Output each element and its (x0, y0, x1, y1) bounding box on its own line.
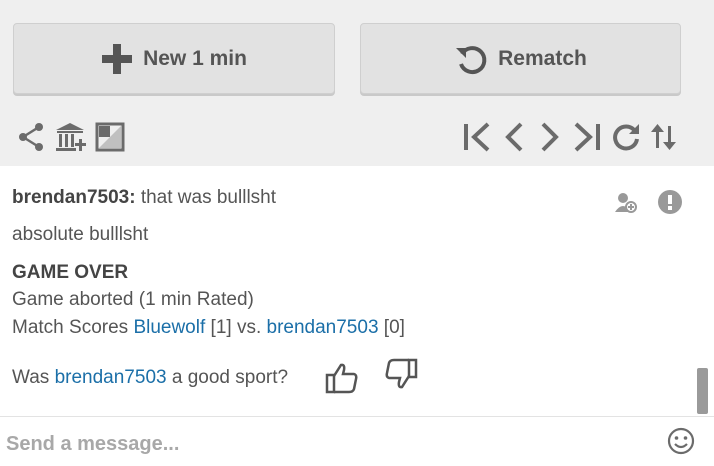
game-controls-panel: New 1 min Rematch (0, 0, 714, 166)
last-move-icon[interactable] (573, 119, 603, 155)
vs-text: vs. (236, 317, 262, 338)
share-icon[interactable] (17, 119, 45, 155)
chat-message-2: absolute bulllsht (12, 224, 148, 246)
rematch-icon (454, 42, 488, 76)
good-sport-question: Was brendan7503 a good sport? (12, 367, 288, 389)
refresh-icon[interactable] (611, 119, 641, 155)
game-aborted-text: Game aborted (1 min Rated) (12, 289, 254, 310)
player2-score: [0] (383, 317, 405, 338)
match-scores-label: Match Scores (12, 317, 129, 338)
message-input-bar (0, 416, 714, 466)
chat-message-1: brendan7503: that was bulllsht (12, 187, 276, 209)
emoji-icon[interactable] (667, 427, 695, 460)
sport-user-link[interactable]: brendan7503 (55, 367, 167, 388)
thumbs-up-icon[interactable] (325, 362, 359, 399)
add-friend-icon[interactable] (614, 192, 638, 219)
game-over-heading: GAME OVER (12, 262, 128, 284)
report-icon[interactable] (658, 190, 682, 219)
message-input[interactable] (4, 429, 658, 459)
sport-suffix: a good sport? (171, 367, 289, 388)
player-link-brendan7503[interactable]: brendan7503 (267, 317, 379, 338)
rematch-button[interactable]: Rematch (360, 23, 681, 94)
prev-move-icon[interactable] (503, 119, 525, 155)
match-scores-line: Match Scores Bluewolf [1] vs. brendan750… (12, 317, 405, 339)
player1-score: [1] (210, 317, 232, 338)
chat-text: that was bulllsht (140, 187, 277, 208)
bank-icon[interactable] (55, 119, 87, 155)
thumbs-down-icon[interactable] (384, 358, 418, 395)
player-link-bluewolf[interactable]: Bluewolf (133, 317, 205, 338)
first-move-icon[interactable] (462, 119, 492, 155)
chat-text: absolute bulllsht (12, 224, 149, 245)
rematch-label: Rematch (498, 46, 587, 70)
game-over-text: GAME OVER (12, 262, 129, 283)
chat-scrollbar[interactable] (697, 368, 708, 414)
new-game-label: New 1 min (143, 46, 247, 70)
plus-icon (101, 43, 133, 75)
board-flip-icon[interactable] (95, 119, 125, 155)
sport-prefix: Was (12, 367, 50, 388)
new-game-button[interactable]: New 1 min (13, 23, 335, 94)
next-move-icon[interactable] (539, 119, 561, 155)
chat-username[interactable]: brendan7503: (12, 187, 136, 208)
flip-icon[interactable] (649, 119, 679, 155)
